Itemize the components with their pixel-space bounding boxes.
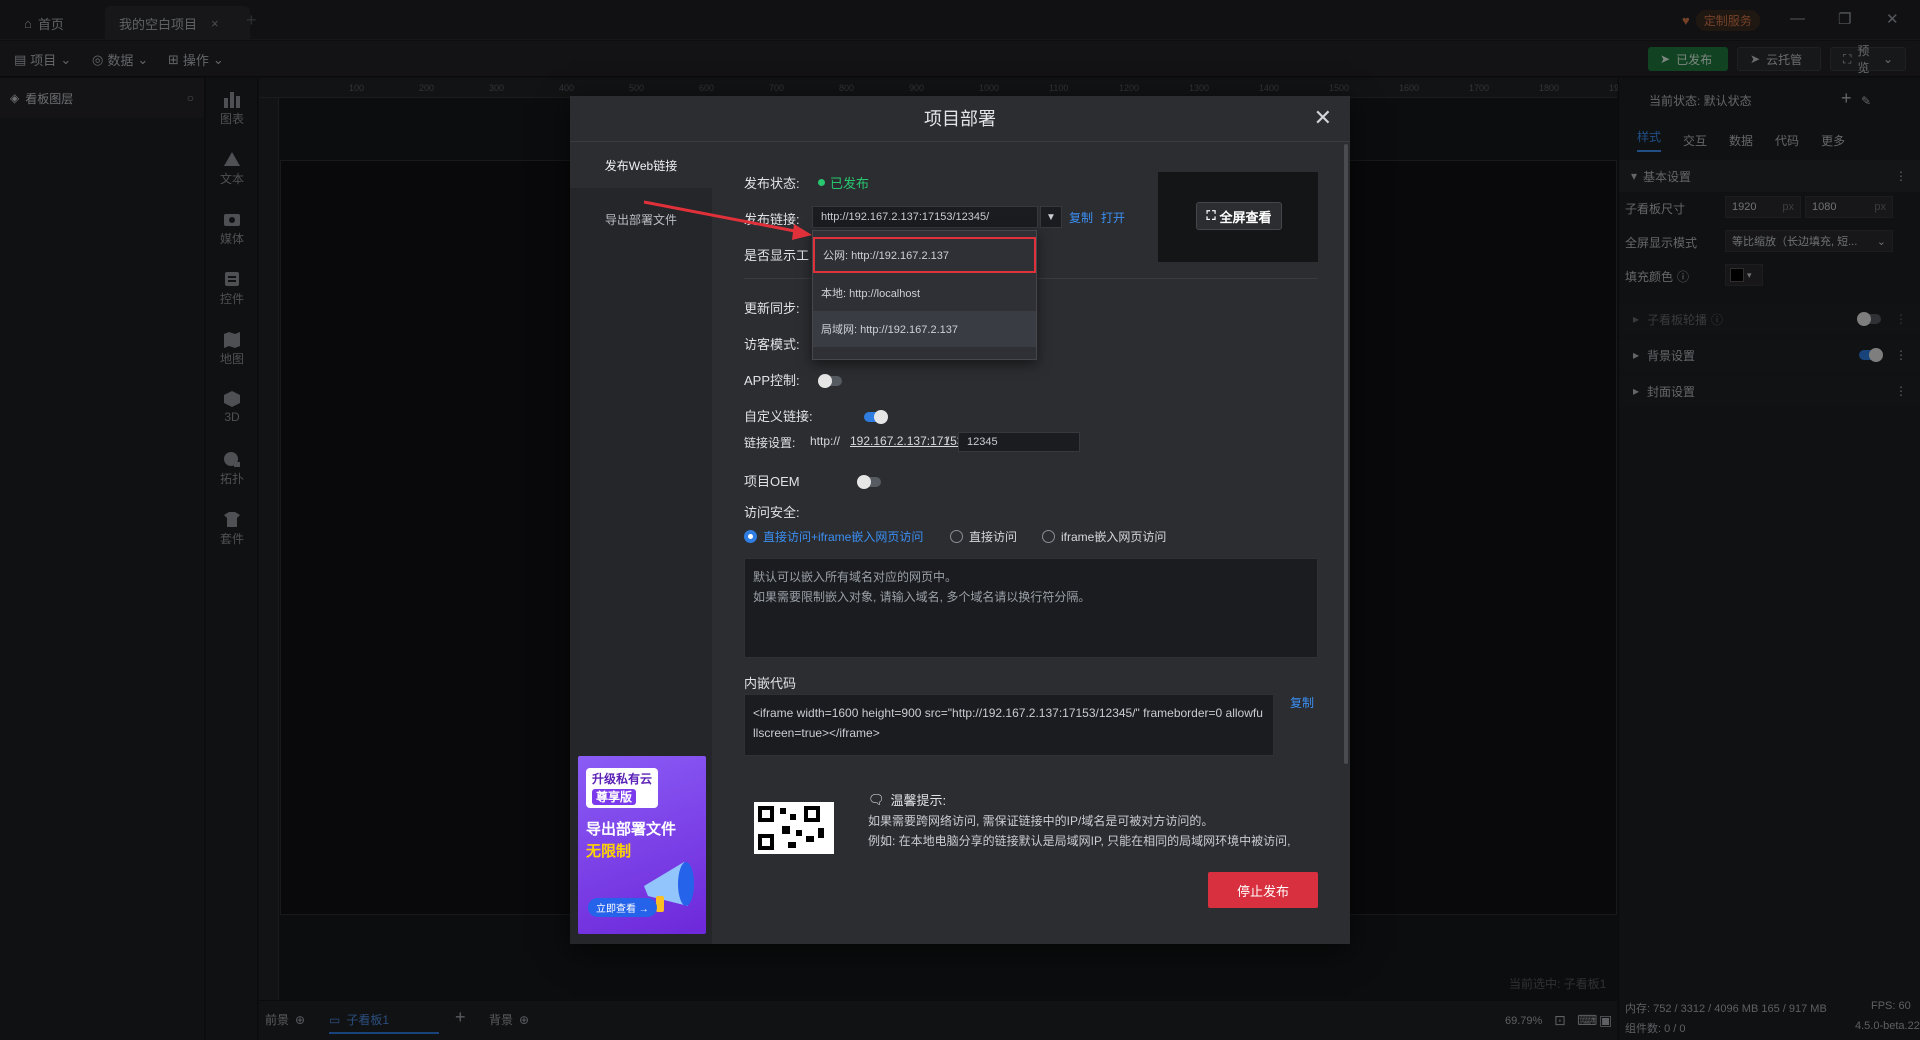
security-option-iframe[interactable]: iframe嵌入网页访问 bbox=[1042, 528, 1166, 545]
nav-publish-web-link[interactable]: 发布Web链接 bbox=[570, 142, 712, 188]
link-path-value: 12345 bbox=[967, 436, 998, 448]
promo-cta[interactable]: 立即查看 → bbox=[588, 898, 657, 917]
custom-link-label: 自定义链接: bbox=[744, 409, 813, 424]
copy-embed-code[interactable]: 复制 bbox=[1290, 694, 1314, 711]
security-option-label: 直接访问+iframe嵌入网页访问 bbox=[763, 530, 924, 544]
embed-code-value: <iframe width=1600 height=900 src="http:… bbox=[753, 706, 1263, 740]
embed-code-label: 内嵌代码 bbox=[744, 676, 797, 691]
dialog-scrollbar[interactable] bbox=[1344, 144, 1348, 764]
option-lan[interactable]: 局域网: http://192.167.2.137 bbox=[813, 311, 1036, 347]
promo-badge: 升级私有云 尊享版 bbox=[586, 768, 659, 808]
link-path-input[interactable]: 12345 bbox=[958, 432, 1080, 452]
expand-icon: ⛶ bbox=[1206, 208, 1216, 223]
promo-line4: 无限制 bbox=[586, 843, 632, 860]
link-select[interactable]: http://192.167.2.137:17153/12345/ bbox=[812, 206, 1038, 228]
qr-code-icon bbox=[744, 788, 844, 854]
promo-line1: 升级私有云 bbox=[592, 772, 653, 786]
security-desc-1: 默认可以嵌入所有域名对应的网页中。 bbox=[753, 570, 958, 584]
security-option-direct[interactable]: 直接访问 bbox=[950, 528, 1017, 545]
status-value: 已发布 bbox=[830, 176, 870, 191]
fullscreen-button[interactable]: ⛶ 全屏查看 bbox=[1196, 202, 1282, 230]
status-label: 发布状态: bbox=[744, 176, 800, 191]
dialog-title: 项目部署 bbox=[570, 96, 1350, 142]
tip-heading: 🗨 温馨提示: bbox=[868, 790, 946, 809]
status-badge: 已发布 bbox=[818, 173, 869, 192]
embed-code-box[interactable]: <iframe width=1600 height=900 src="http:… bbox=[744, 694, 1274, 756]
visitor-mode-label: 访客模式: bbox=[744, 337, 800, 352]
link-prefix: http:// bbox=[810, 434, 841, 448]
copy-link[interactable]: 复制 bbox=[1069, 209, 1093, 226]
security-option-label: iframe嵌入网页访问 bbox=[1061, 530, 1167, 544]
link-dropdown-toggle[interactable]: ▼ bbox=[1040, 206, 1062, 228]
tip-line-1: 如果需要跨网络访问, 需保证链接中的IP/域名是可被对方访问的。 bbox=[868, 814, 1214, 828]
custom-link-toggle[interactable] bbox=[863, 410, 888, 424]
oem-label: 项目OEM bbox=[744, 474, 800, 489]
link-options-dropdown: 公网: http://192.167.2.137 本地: http://loca… bbox=[812, 230, 1037, 360]
security-option-both[interactable]: 直接访问+iframe嵌入网页访问 bbox=[744, 528, 923, 545]
update-sync-label: 更新同步: bbox=[744, 301, 800, 316]
status-dot-icon bbox=[818, 179, 825, 186]
upgrade-promo-banner[interactable]: 升级私有云 尊享版 导出部署文件 无限制 立即查看 → bbox=[578, 756, 706, 934]
link-value: http://192.167.2.137:17153/12345/ bbox=[821, 211, 990, 223]
radio-checked bbox=[744, 530, 757, 543]
annotation-arrow-icon bbox=[643, 200, 812, 240]
link-settings-label: 链接设置: bbox=[744, 436, 796, 450]
domain-whitelist-textarea[interactable]: 默认可以嵌入所有域名对应的网页中。 如果需要限制嵌入对象, 请输入域名, 多个域… bbox=[744, 558, 1318, 658]
qr-code bbox=[744, 788, 844, 854]
link-separator: / bbox=[946, 434, 950, 448]
security-option-label: 直接访问 bbox=[969, 530, 1018, 544]
stop-publish-button[interactable]: 停止发布 bbox=[1208, 872, 1318, 908]
option-local[interactable]: 本地: http://localhost bbox=[813, 275, 1036, 311]
radio-unchecked bbox=[1042, 530, 1055, 543]
app-control-label: APP控制: bbox=[744, 373, 800, 388]
tip-title: 温馨提示: bbox=[890, 793, 947, 808]
tip-line-2: 例如: 在本地电脑分享的链接默认是局域网IP, 只能在相同的局域网环境中被访问, bbox=[868, 834, 1291, 848]
fullscreen-button-label: 全屏查看 bbox=[1219, 209, 1272, 225]
app-control-toggle[interactable] bbox=[818, 374, 842, 388]
promo-line3: 导出部署文件 bbox=[586, 821, 677, 838]
caret-down-icon: ▼ bbox=[1046, 211, 1056, 223]
close-icon[interactable]: ✕ bbox=[1314, 106, 1332, 130]
option-public[interactable]: 公网: http://192.167.2.137 bbox=[813, 237, 1036, 273]
fullscreen-preview: ⛶ 全屏查看 bbox=[1158, 172, 1318, 262]
show-toolbar-label: 是否显示工 bbox=[744, 248, 810, 263]
promo-line2: 尊享版 bbox=[592, 789, 637, 805]
open-link[interactable]: 打开 bbox=[1101, 209, 1125, 226]
security-label: 访问安全: bbox=[744, 505, 800, 520]
radio-unchecked bbox=[950, 530, 963, 543]
security-desc-2: 如果需要限制嵌入对象, 请输入域名, 多个域名请以换行符分隔。 bbox=[753, 590, 1091, 604]
promo-cta-label: 立即查看 bbox=[596, 904, 636, 915]
message-icon: 🗨 bbox=[868, 791, 885, 807]
oem-toggle[interactable] bbox=[857, 475, 882, 489]
